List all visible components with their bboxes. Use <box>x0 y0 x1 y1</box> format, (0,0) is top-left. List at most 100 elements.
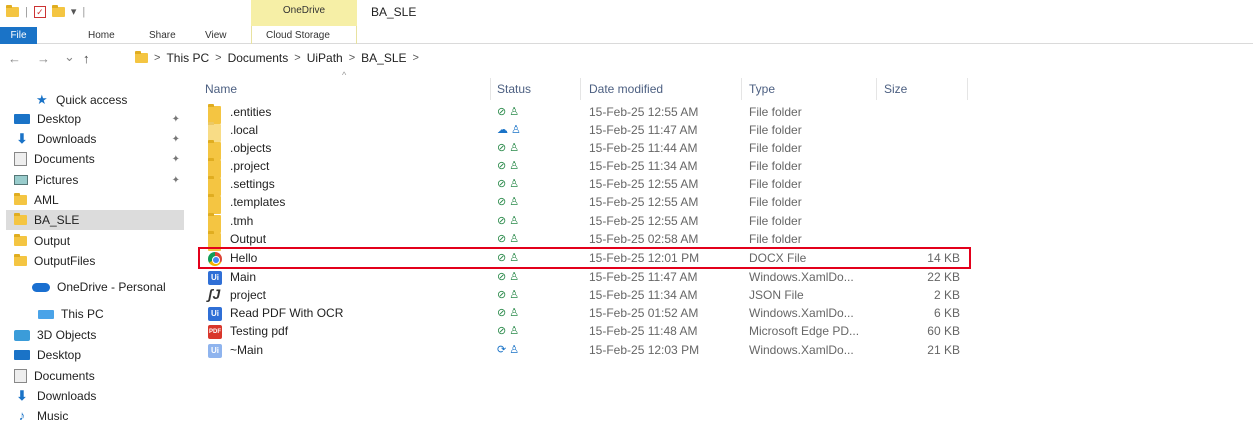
table-row[interactable]: .local ☁ ♙ 15-Feb-25 11:47 AM File folde… <box>198 121 968 142</box>
file-date: 15-Feb-25 12:55 AM <box>589 177 699 191</box>
breadcrumb[interactable]: > This PC > Documents > UiPath > BA_SLE … <box>135 51 419 65</box>
table-row[interactable]: .tmh ⊘ ♙ 15-Feb-25 12:55 AM File folder <box>198 212 968 233</box>
tab-home[interactable]: Home <box>88 27 115 44</box>
breadcrumb-documents[interactable]: Documents <box>228 51 289 65</box>
sync-status: ⊘ ♙ <box>497 196 520 208</box>
sidebar-item-outputfiles[interactable]: OutputFiles <box>14 251 184 271</box>
sidebar-item-label: Desktop <box>37 348 82 362</box>
table-row[interactable]: Ui ~Main ⟳ ♙ 15-Feb-25 12:03 PM Windows.… <box>198 341 968 359</box>
column-divider[interactable] <box>580 78 581 100</box>
tab-view[interactable]: View <box>205 27 227 44</box>
sidebar-item-ba-sle[interactable]: BA_SLE <box>6 210 184 230</box>
folder-icon <box>14 193 27 205</box>
documents-icon <box>14 152 27 166</box>
sidebar-item-quick-access[interactable]: ★ Quick access <box>36 90 184 110</box>
file-size: 6 KB <box>933 306 960 320</box>
sidebar-item-onedrive-personal[interactable]: OneDrive - Personal <box>32 277 184 297</box>
3d-objects-icon <box>14 329 30 341</box>
table-row[interactable]: .objects ⊘ ♙ 15-Feb-25 11:44 AM File fol… <box>198 139 968 160</box>
sync-status: ⊘ ♙ <box>497 160 520 172</box>
file-size <box>876 103 960 121</box>
sidebar-item-label: BA_SLE <box>34 213 80 227</box>
column-divider[interactable] <box>876 78 877 100</box>
table-row[interactable]: Output ⊘ ♙ 15-Feb-25 02:58 AM File folde… <box>198 230 968 251</box>
up-arrow-icon[interactable]: ↑ <box>83 51 90 66</box>
column-header-date-modified[interactable]: Date modified <box>589 78 739 100</box>
file-name: .entities <box>230 105 272 119</box>
crumb-separator[interactable]: > <box>349 52 355 64</box>
column-divider[interactable] <box>741 78 742 100</box>
sidebar-item-documents[interactable]: Documents ✦ <box>14 149 184 169</box>
sidebar-item-aml[interactable]: AML <box>14 190 184 210</box>
tab-file[interactable]: File <box>0 27 37 44</box>
sidebar-item-output[interactable]: Output <box>14 231 184 251</box>
file-name: .objects <box>230 141 272 155</box>
file-name: ~Main <box>230 343 264 357</box>
table-row[interactable]: PDF Testing pdf ⊘ ♙ 15-Feb-25 11:48 AM M… <box>198 322 968 340</box>
table-row[interactable]: .project ⊘ ♙ 15-Feb-25 11:34 AM File fol… <box>198 157 968 178</box>
title-bar: | ✓ ▾ | OneDrive BA_SLE <box>0 0 1253 26</box>
sidebar-item-3d-objects[interactable]: 3D Objects <box>14 325 184 345</box>
sidebar-item-desktop[interactable]: Desktop ✦ <box>14 109 184 129</box>
file-date: 15-Feb-25 12:03 PM <box>589 343 700 357</box>
this-pc-icon <box>38 309 54 319</box>
file-date: 15-Feb-25 11:48 AM <box>589 324 698 338</box>
sidebar-item-desktop-pc[interactable]: Desktop <box>14 345 184 365</box>
file-name: Read PDF With OCR <box>230 306 344 320</box>
sync-status: ⊘ ♙ <box>497 233 520 245</box>
file-size <box>876 139 960 157</box>
column-header-name[interactable]: Name <box>205 78 487 100</box>
sidebar-item-downloads[interactable]: ⬇ Downloads ✦ <box>14 129 184 149</box>
sidebar-item-label: Documents <box>34 152 95 166</box>
sidebar-item-pictures[interactable]: Pictures ✦ <box>14 170 184 190</box>
table-row[interactable]: .settings ⊘ ♙ 15-Feb-25 12:55 AM File fo… <box>198 175 968 196</box>
sidebar-item-downloads-pc[interactable]: ⬇ Downloads <box>14 386 184 406</box>
table-row[interactable]: .templates ⊘ ♙ 15-Feb-25 12:55 AM File f… <box>198 193 968 214</box>
forward-arrow-icon[interactable]: → <box>37 51 50 66</box>
column-divider[interactable] <box>967 78 968 100</box>
qat-separator: | <box>25 5 28 18</box>
column-header-size[interactable]: Size <box>884 78 964 100</box>
qat-separator-2: | <box>82 5 86 18</box>
properties-check-icon[interactable]: ✓ <box>33 5 46 18</box>
crumb-separator[interactable]: > <box>413 52 419 64</box>
file-type: File folder <box>749 159 802 173</box>
crumb-separator[interactable]: > <box>215 52 221 64</box>
sync-status: ⊘ ♙ <box>497 215 520 227</box>
sidebar-item-documents-pc[interactable]: Documents <box>14 366 184 386</box>
file-type: Microsoft Edge PD... <box>749 324 860 338</box>
tab-share[interactable]: Share <box>149 27 176 44</box>
table-row[interactable]: .entities ⊘ ♙ 15-Feb-25 12:55 AM File fo… <box>198 103 968 124</box>
table-row[interactable]: ʃJ project ⊘ ♙ 15-Feb-25 11:34 AM JSON F… <box>198 286 968 304</box>
column-header-status[interactable]: Status <box>497 78 577 100</box>
sidebar-item-label: Desktop <box>37 112 82 126</box>
file-date: 15-Feb-25 12:55 AM <box>589 105 699 119</box>
customize-toolbar-chevron-icon[interactable]: ▾ <box>71 5 77 18</box>
pictures-icon <box>14 175 28 185</box>
file-date: 15-Feb-25 11:47 AM <box>589 123 698 137</box>
back-arrow-icon[interactable]: ← <box>8 51 21 66</box>
table-row[interactable]: Ui Read PDF With OCR ⊘ ♙ 15-Feb-25 01:52… <box>198 304 968 322</box>
breadcrumb-uipath[interactable]: UiPath <box>307 51 343 65</box>
sidebar-item-this-pc[interactable]: This PC <box>38 304 184 324</box>
file-size <box>876 193 960 211</box>
recent-locations-chevron-icon[interactable]: ⌄ <box>64 49 75 65</box>
folder-icon <box>6 4 19 17</box>
star-icon: ★ <box>36 92 48 107</box>
crumb-separator[interactable]: > <box>154 52 160 64</box>
new-folder-icon[interactable] <box>51 4 65 17</box>
file-size <box>876 157 960 175</box>
ribbon-tabs: File Home Share View Cloud Storage <box>0 26 1253 44</box>
file-name: .project <box>230 159 270 173</box>
breadcrumb-this-pc[interactable]: This PC <box>166 51 209 65</box>
column-header-type[interactable]: Type <box>749 78 869 100</box>
onedrive-context-tab-group: OneDrive <box>251 0 357 26</box>
documents-icon <box>14 369 27 383</box>
folder-icon <box>14 234 27 246</box>
table-row[interactable]: Ui Main ⊘ ♙ 15-Feb-25 11:47 AM Windows.X… <box>198 268 968 286</box>
column-divider[interactable] <box>490 78 491 100</box>
file-size <box>876 230 960 248</box>
breadcrumb-ba-sle[interactable]: BA_SLE <box>361 51 406 65</box>
crumb-separator[interactable]: > <box>294 52 300 64</box>
sidebar-item-music[interactable]: ♪ Music <box>14 406 184 423</box>
